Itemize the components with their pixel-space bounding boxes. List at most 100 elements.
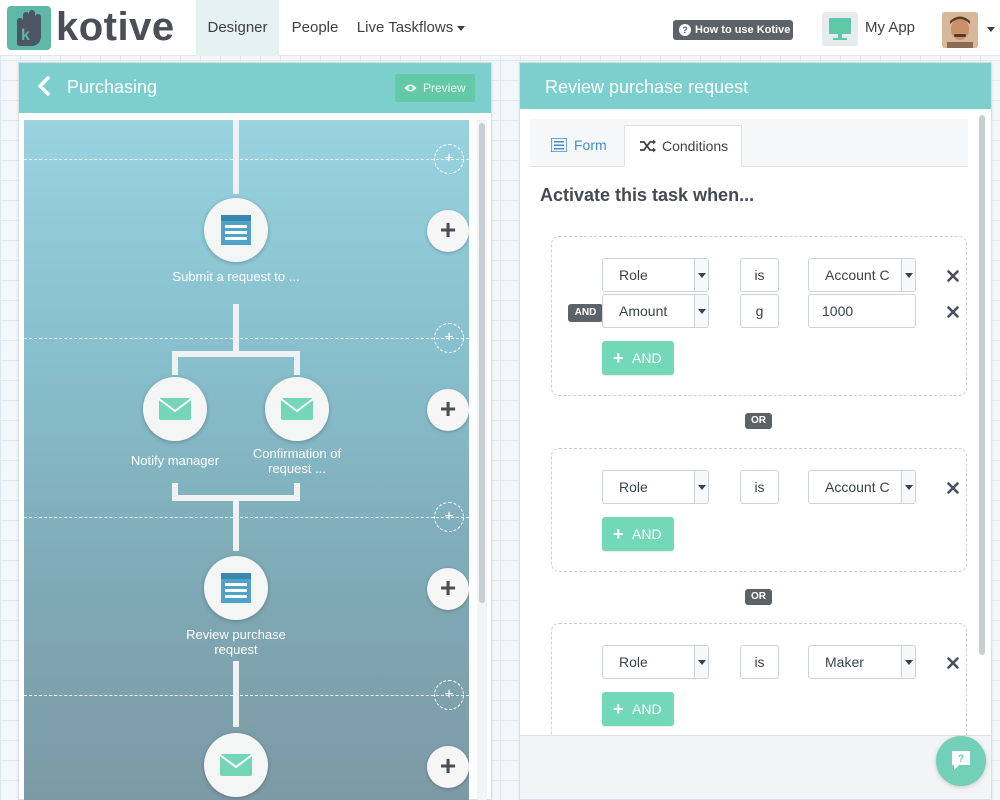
select-arrow-icon [694, 646, 708, 678]
task-settings-panel: Review purchase request Form Conditions … [519, 62, 992, 800]
insert-step-button[interactable]: + [434, 144, 464, 174]
task-node-submit-request[interactable] [204, 198, 268, 262]
flow-connector [172, 351, 178, 375]
tab-conditions[interactable]: Conditions [624, 125, 742, 167]
field-select[interactable]: Role [602, 470, 709, 504]
insert-step-button[interactable]: + [434, 680, 464, 710]
kotive-logo-icon[interactable]: k [7, 6, 51, 50]
scrollbar-thumb[interactable] [479, 123, 485, 603]
add-task-button[interactable]: + [427, 389, 469, 431]
task-node-label: Confirmation of request ... [252, 446, 342, 476]
flow-connector [233, 304, 239, 354]
add-and-label: AND [632, 526, 662, 542]
add-and-condition-button[interactable]: + AND [602, 692, 674, 726]
field-select[interactable]: Role [602, 645, 709, 679]
flow-connector [233, 120, 239, 194]
field-value: Role [619, 654, 648, 670]
value-input[interactable]: 1000 [808, 294, 916, 328]
help-label: How to use Kotive [695, 24, 791, 36]
task-node-label: Submit a request to ... [172, 269, 300, 284]
task-node-notify-manager[interactable] [143, 377, 207, 441]
step-divider [24, 517, 469, 518]
nav-tab-label: Live Taskflows [356, 19, 454, 36]
conditions-heading: Activate this task when... [540, 185, 755, 205]
form-icon [221, 215, 251, 245]
value-text: Account C [825, 479, 890, 495]
add-and-condition-button[interactable]: + AND [602, 517, 674, 551]
value-select[interactable]: Account C [808, 258, 916, 292]
form-list-icon [551, 138, 567, 152]
task-node-email[interactable] [204, 733, 268, 797]
task-node-confirmation[interactable] [265, 377, 329, 441]
remove-condition-icon[interactable] [947, 270, 959, 282]
brand-name[interactable]: kotive [56, 2, 175, 52]
plus-icon: + [613, 524, 624, 544]
avatar[interactable] [942, 12, 978, 48]
tab-label: Conditions [662, 138, 729, 154]
my-app-link[interactable]: My App [865, 0, 915, 56]
field-value: Amount [619, 303, 668, 319]
field-value: Role [619, 267, 648, 283]
insert-step-button[interactable]: + [434, 323, 464, 353]
value-text: Account C [825, 267, 890, 283]
help-button[interactable]: ? How to use Kotive [673, 20, 793, 40]
task-node-review-purchase[interactable] [204, 556, 268, 620]
add-task-button[interactable]: + [427, 210, 469, 252]
panel-header: Review purchase request [520, 63, 991, 109]
avatar-caret-icon[interactable] [987, 27, 995, 32]
tabs-bar: Form Conditions [530, 119, 968, 167]
flow-connector [233, 495, 239, 551]
flow-canvas[interactable]: + + + + + + + + Submit a request to ... … [24, 120, 469, 800]
svg-text:k: k [21, 27, 30, 44]
select-arrow-icon [901, 646, 915, 678]
remove-condition-icon[interactable] [947, 657, 959, 669]
support-chat-button[interactable]: ? [936, 736, 986, 786]
preview-label: Preview [423, 81, 466, 95]
add-task-button[interactable]: + [427, 746, 469, 788]
form-icon [221, 573, 251, 603]
nav-tab-label: People [291, 19, 339, 36]
operator-select[interactable]: is [740, 470, 779, 504]
nav-tab-designer[interactable]: Designer [196, 0, 279, 56]
remove-condition-icon[interactable] [947, 306, 959, 318]
chat-question-icon: ? [952, 751, 970, 770]
field-value: Role [619, 479, 648, 495]
select-arrow-icon [901, 471, 915, 503]
svg-text:?: ? [958, 753, 965, 765]
task-node-label: Notify manager [130, 453, 220, 468]
taskflow-title: Purchasing [67, 77, 158, 97]
add-and-label: AND [632, 701, 662, 717]
add-and-condition-button[interactable]: + AND [602, 341, 674, 375]
panel-header: Purchasing Preview [19, 63, 491, 113]
task-node-label: Review purchase request [186, 627, 286, 657]
nav-tab-live-taskflows[interactable]: Live Taskflows [356, 0, 466, 56]
operator-select[interactable]: is [740, 258, 779, 292]
flow-connector [233, 661, 239, 727]
preview-button[interactable]: Preview [395, 74, 475, 102]
chevron-left-icon[interactable] [37, 76, 51, 96]
nav-tab-label: Designer [207, 19, 268, 36]
value-select[interactable]: Maker [808, 645, 916, 679]
flow-connector [172, 351, 300, 357]
condition-group: Role is Account C + AND [551, 448, 967, 572]
monitor-icon[interactable] [822, 12, 858, 46]
question-icon: ? [679, 24, 691, 36]
value-select[interactable]: Account C [808, 470, 916, 504]
scrollbar-thumb[interactable] [979, 115, 985, 655]
value-text: Maker [825, 654, 864, 670]
dropdown-caret-icon [457, 25, 466, 31]
tab-form[interactable]: Form [540, 125, 620, 167]
and-badge: AND [568, 304, 603, 322]
insert-step-button[interactable]: + [434, 502, 464, 532]
remove-condition-icon[interactable] [947, 482, 959, 494]
operator-select[interactable]: is [740, 645, 779, 679]
add-task-button[interactable]: + [427, 568, 469, 610]
nav-tab-people[interactable]: People [283, 0, 347, 56]
task-title: Review purchase request [545, 77, 749, 97]
operator-select[interactable]: g [740, 294, 779, 328]
tab-label: Form [574, 137, 607, 153]
select-arrow-icon [694, 471, 708, 503]
field-select[interactable]: Role [602, 258, 709, 292]
condition-group: Role is Account C AND Amount g 1000 + AN… [551, 236, 967, 396]
field-select[interactable]: Amount [602, 294, 709, 328]
